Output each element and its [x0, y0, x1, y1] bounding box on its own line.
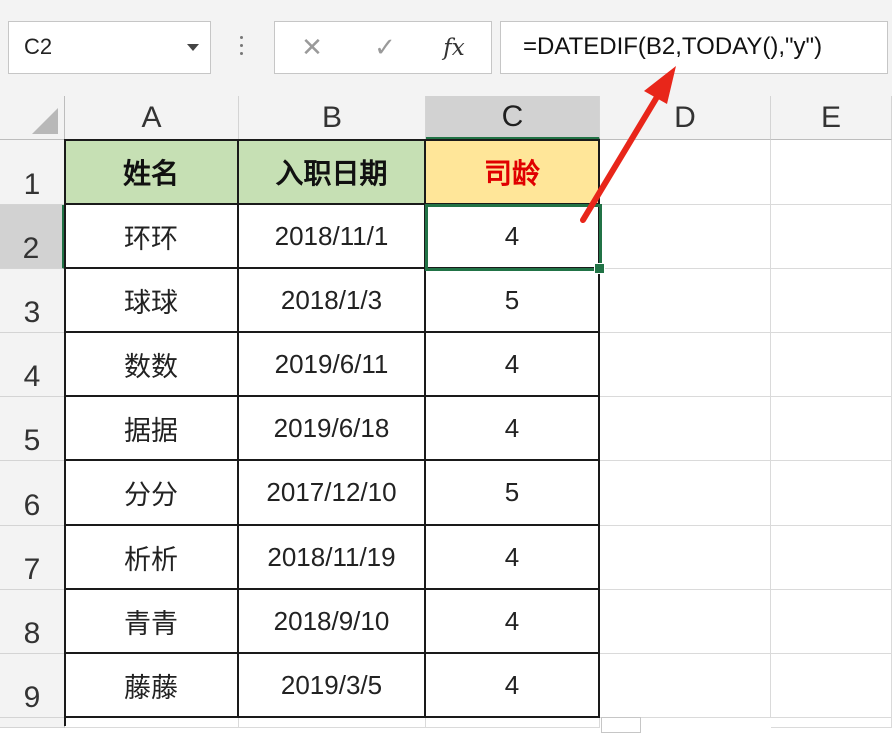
enter-icon[interactable]: ✓ — [369, 32, 401, 64]
row-header-8[interactable]: 8 — [0, 590, 65, 654]
cell-e4[interactable] — [771, 333, 892, 397]
row-header-4[interactable]: 4 — [0, 333, 65, 397]
active-cell-selection — [425, 204, 602, 271]
cell-d6[interactable] — [600, 461, 771, 526]
column-header-d[interactable]: D — [600, 96, 771, 140]
name-box-value: C2 — [24, 34, 53, 59]
row-header-3[interactable]: 3 — [0, 269, 65, 333]
insert-function-icon[interactable]: fx — [438, 32, 470, 64]
formula-buttons: ✕ ✓ fx — [274, 21, 492, 74]
cell-d2[interactable] — [600, 205, 771, 269]
column-header-c[interactable]: C — [426, 96, 600, 140]
fill-handle[interactable] — [594, 263, 605, 274]
cell-a6[interactable]: 分分 — [65, 461, 239, 526]
row-header-10[interactable] — [0, 718, 65, 728]
table-left-border — [64, 139, 66, 726]
column-header-e[interactable]: E — [771, 96, 892, 140]
row-header-5[interactable]: 5 — [0, 397, 65, 461]
cell-b8[interactable]: 2018/9/10 — [239, 590, 426, 654]
cell-a1[interactable]: 姓名 — [65, 140, 239, 205]
cell-a2[interactable]: 环环 — [65, 205, 239, 269]
cell-b2[interactable]: 2018/11/1 — [239, 205, 426, 269]
cell-a4[interactable]: 数数 — [65, 333, 239, 397]
cell-b3[interactable]: 2018/1/3 — [239, 269, 426, 333]
cell-a3[interactable]: 球球 — [65, 269, 239, 333]
drag-handle-icon[interactable] — [240, 36, 244, 60]
cell-e7[interactable] — [771, 526, 892, 590]
formula-text: =DATEDIF(B2,TODAY(),"y") — [523, 33, 823, 60]
cell-b1[interactable]: 入职日期 — [239, 140, 426, 205]
cell-d3[interactable] — [600, 269, 771, 333]
cell-a8[interactable]: 青青 — [65, 590, 239, 654]
cell-b10[interactable] — [239, 718, 426, 728]
column-header-b[interactable]: B — [239, 96, 426, 140]
cell-e8[interactable] — [771, 590, 892, 654]
chevron-down-icon[interactable] — [187, 44, 199, 51]
table-top-border — [65, 139, 600, 141]
cell-a5[interactable]: 据据 — [65, 397, 239, 461]
row-header-9[interactable]: 9 — [0, 654, 65, 718]
row-header-2[interactable]: 2 — [0, 205, 65, 269]
cell-e2[interactable] — [771, 205, 892, 269]
cell-e3[interactable] — [771, 269, 892, 333]
cell-d7[interactable] — [600, 526, 771, 590]
cell-c3[interactable]: 5 — [426, 269, 600, 333]
cell-d4[interactable] — [600, 333, 771, 397]
row-header-1[interactable]: 1 — [0, 140, 65, 205]
select-all-button[interactable] — [0, 96, 65, 140]
cell-d1[interactable] — [600, 140, 771, 205]
quick-analysis-button[interactable] — [601, 717, 641, 733]
cell-d8[interactable] — [600, 590, 771, 654]
cell-c1[interactable]: 司龄 — [426, 140, 600, 205]
cell-e10[interactable] — [771, 718, 892, 728]
cell-b5[interactable]: 2019/6/18 — [239, 397, 426, 461]
formula-bar: C2 ✕ ✓ fx =DATEDIF(B2,TODAY(),"y") — [0, 0, 892, 96]
cell-e9[interactable] — [771, 654, 892, 718]
cell-a10[interactable] — [65, 718, 239, 728]
cell-c5[interactable]: 4 — [426, 397, 600, 461]
cell-d9[interactable] — [600, 654, 771, 718]
cell-c10[interactable] — [426, 718, 600, 728]
select-all-icon — [32, 108, 58, 134]
cell-b7[interactable]: 2018/11/19 — [239, 526, 426, 590]
cell-a7[interactable]: 析析 — [65, 526, 239, 590]
name-box[interactable]: C2 — [8, 21, 211, 74]
cell-d5[interactable] — [600, 397, 771, 461]
cell-c6[interactable]: 5 — [426, 461, 600, 526]
cancel-icon[interactable]: ✕ — [296, 32, 328, 64]
cell-b6[interactable]: 2017/12/10 — [239, 461, 426, 526]
row-header-7[interactable]: 7 — [0, 526, 65, 590]
cell-e1[interactable] — [771, 140, 892, 205]
cell-c8[interactable]: 4 — [426, 590, 600, 654]
cell-c7[interactable]: 4 — [426, 526, 600, 590]
cell-e6[interactable] — [771, 461, 892, 526]
cell-a9[interactable]: 藤藤 — [65, 654, 239, 718]
row-header-6[interactable]: 6 — [0, 461, 65, 526]
formula-input[interactable]: =DATEDIF(B2,TODAY(),"y") — [500, 21, 888, 74]
cell-c4[interactable]: 4 — [426, 333, 600, 397]
cell-b4[interactable]: 2019/6/11 — [239, 333, 426, 397]
cell-e5[interactable] — [771, 397, 892, 461]
cell-c9[interactable]: 4 — [426, 654, 600, 718]
cell-b9[interactable]: 2019/3/5 — [239, 654, 426, 718]
column-header-a[interactable]: A — [65, 96, 239, 140]
